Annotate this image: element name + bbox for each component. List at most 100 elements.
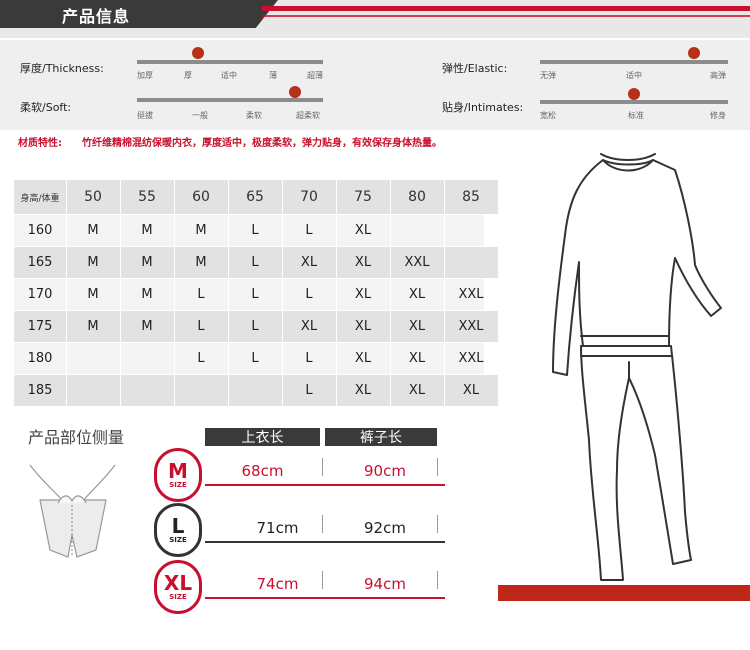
table-grid-line bbox=[14, 278, 498, 279]
table-size-cell: XL bbox=[354, 254, 372, 270]
table-size-cell: XXL bbox=[404, 254, 430, 270]
table-size-cell: XL bbox=[354, 318, 372, 334]
attr-soft-knob bbox=[289, 86, 302, 98]
table-height-label: 160 bbox=[27, 222, 53, 238]
measurement-title: 产品部位侧量 bbox=[28, 428, 125, 447]
table-size-cell bbox=[390, 214, 444, 246]
table-size-cell: M bbox=[87, 318, 99, 334]
attr-elastic-label: 弹性/Elastic: bbox=[442, 62, 508, 75]
table-size-cell: L bbox=[305, 382, 313, 398]
table-grid-line bbox=[14, 214, 498, 215]
size-m-pants-length: 90cm bbox=[364, 462, 406, 480]
table-weight-header: 80 bbox=[408, 189, 426, 205]
table-weight-header: 60 bbox=[192, 189, 210, 205]
table-size-cell: XL bbox=[354, 382, 372, 398]
table-size-cell: M bbox=[87, 222, 99, 238]
table-size-cell: L bbox=[197, 286, 205, 302]
material-text: 竹纤维精棉混纺保暖内衣，厚度适中，极度柔软，弹力贴身，有效保存身体热量。 bbox=[82, 138, 442, 149]
attr-soft-tick: 超柔软 bbox=[296, 111, 320, 120]
table-height-label: 165 bbox=[27, 254, 53, 270]
divider bbox=[437, 515, 438, 533]
size-xl-pants-length: 94cm bbox=[364, 575, 406, 593]
table-weight-header: 65 bbox=[246, 189, 264, 205]
attr-thickness-tick: 适中 bbox=[221, 71, 237, 80]
attr-intimates-tick: 宽松 bbox=[540, 111, 556, 120]
measurement-col-top: 上衣长 bbox=[205, 428, 320, 446]
attr-elastic-track bbox=[540, 60, 728, 64]
table-size-cell: XL bbox=[300, 318, 318, 334]
table-size-cell: XXL bbox=[458, 350, 484, 366]
attr-thickness-tick: 薄 bbox=[269, 71, 277, 80]
table-size-cell: M bbox=[195, 222, 207, 238]
size-badge-l: L SIZE bbox=[154, 503, 202, 557]
table-size-cell: M bbox=[87, 286, 99, 302]
table-size-cell: XL bbox=[408, 318, 426, 334]
header-red-line bbox=[262, 6, 750, 11]
table-grid-line bbox=[14, 310, 498, 311]
size-l-pants-length: 92cm bbox=[364, 519, 406, 537]
attr-intimates-track bbox=[540, 100, 728, 104]
table-size-cell: L bbox=[251, 350, 259, 366]
table-size-cell bbox=[66, 342, 120, 374]
measurement-col-pants: 裤子长 bbox=[325, 428, 437, 446]
table-size-cell bbox=[174, 374, 228, 406]
attr-thickness-tick: 超薄 bbox=[307, 71, 323, 80]
table-size-cell: XL bbox=[462, 382, 480, 398]
size-m-underline bbox=[205, 484, 445, 486]
table-size-cell: L bbox=[251, 286, 259, 302]
divider bbox=[322, 571, 323, 589]
size-badge-m: M SIZE bbox=[154, 448, 202, 502]
table-size-cell bbox=[444, 214, 498, 246]
attr-soft-tick: 挺拔 bbox=[137, 111, 153, 120]
page-title: 产品信息 bbox=[62, 7, 131, 26]
table-height-label: 185 bbox=[27, 382, 53, 398]
table-size-cell: M bbox=[141, 222, 153, 238]
body-measure-illustration bbox=[29, 464, 116, 558]
table-weight-header: 50 bbox=[84, 189, 102, 205]
table-size-cell: M bbox=[195, 254, 207, 270]
table-size-cell: XL bbox=[300, 254, 318, 270]
size-table: 身高/体重 50 55 60 65 70 75 80 85 160 M M M L L XL 165 M M M L XL… bbox=[14, 180, 498, 407]
attr-thickness-tick: 厚 bbox=[184, 71, 192, 80]
table-size-cell bbox=[120, 342, 174, 374]
table-size-cell: XXL bbox=[458, 286, 484, 302]
attr-soft-tick: 柔软 bbox=[246, 111, 262, 120]
attr-soft-label: 柔软/Soft: bbox=[20, 101, 72, 114]
attr-elastic-tick: 高弹 bbox=[710, 71, 726, 80]
attr-soft-tick: 一般 bbox=[192, 111, 208, 120]
table-grid-line bbox=[14, 406, 498, 407]
table-size-cell: XL bbox=[408, 350, 426, 366]
table-size-cell: L bbox=[251, 222, 259, 238]
table-weight-header: 55 bbox=[138, 189, 156, 205]
attr-thickness-tick: 加厚 bbox=[137, 71, 153, 80]
table-size-cell: XL bbox=[354, 350, 372, 366]
table-weight-header: 75 bbox=[354, 189, 372, 205]
table-size-cell: L bbox=[251, 254, 259, 270]
attr-thickness-label: 厚度/Thickness: bbox=[20, 62, 104, 75]
table-size-cell bbox=[66, 374, 120, 406]
table-size-cell: XL bbox=[354, 222, 372, 238]
attr-intimates-tick: 标准 bbox=[628, 111, 644, 120]
table-size-cell: L bbox=[305, 222, 313, 238]
table-size-cell: XL bbox=[354, 286, 372, 302]
size-badge-xl: XL SIZE bbox=[154, 560, 202, 614]
attr-intimates-knob bbox=[628, 88, 640, 100]
table-size-cell: L bbox=[305, 286, 313, 302]
divider bbox=[322, 515, 323, 533]
table-grid-line bbox=[14, 342, 498, 343]
footer-red-bar bbox=[498, 585, 750, 601]
material-label: 材质特性: bbox=[18, 138, 62, 149]
table-size-cell: XL bbox=[408, 286, 426, 302]
attr-elastic-tick: 适中 bbox=[626, 71, 642, 80]
attr-intimates-tick: 修身 bbox=[710, 111, 726, 120]
table-size-cell: M bbox=[141, 318, 153, 334]
thermal-underwear-illustration bbox=[552, 153, 722, 581]
divider bbox=[322, 458, 323, 476]
table-size-cell: XL bbox=[408, 382, 426, 398]
table-size-cell: L bbox=[197, 350, 205, 366]
table-size-cell: XXL bbox=[458, 318, 484, 334]
table-size-cell bbox=[120, 374, 174, 406]
size-m-top-length: 68cm bbox=[241, 462, 284, 480]
attr-soft-track bbox=[137, 98, 323, 102]
attr-intimates-label: 贴身/Intimates: bbox=[442, 101, 524, 114]
